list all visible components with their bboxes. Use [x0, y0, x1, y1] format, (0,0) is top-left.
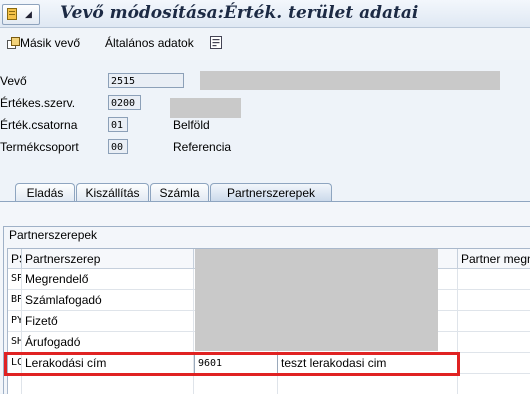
row-3-code[interactable]: PY	[8, 311, 22, 332]
row-6-desc[interactable]	[458, 374, 530, 394]
sales-org-label: Értékes.szerv.	[0, 96, 76, 110]
column-header-psz[interactable]: PSz	[8, 249, 22, 269]
title-bar: ◢ Vevő módosítása:Érték. terület adatai	[0, 0, 530, 28]
highlight-box	[4, 352, 460, 376]
division-label: Termékcsoport	[0, 140, 79, 154]
customer-switch-icon	[7, 37, 20, 49]
row-2-role[interactable]: Számlafogadó	[22, 290, 194, 311]
system-menu-button[interactable]: ◢	[2, 4, 40, 25]
tab-sales[interactable]: Eladás	[15, 183, 75, 202]
row-1-role[interactable]: Megrendelő	[22, 269, 194, 290]
row-3-desc[interactable]	[458, 311, 530, 332]
division-desc: Referencia	[173, 140, 232, 154]
partner-numbers-redacted	[195, 249, 438, 351]
row-2-code[interactable]: BP	[8, 290, 22, 311]
partner-functions-group-title: Partnerszerepek	[9, 228, 98, 242]
row-5-desc[interactable]	[458, 353, 530, 374]
other-customer-label: Másik vevő	[20, 36, 81, 50]
general-data-button[interactable]: Általános adatok	[105, 36, 194, 50]
tab-billing[interactable]: Számla	[150, 183, 209, 202]
other-customer-button[interactable]: Másik vevő	[7, 36, 80, 50]
row-6-role[interactable]	[22, 374, 194, 394]
distribution-channel-label: Érték.csatorna	[0, 118, 78, 132]
row-2-desc[interactable]	[458, 290, 530, 311]
row-6-code[interactable]	[8, 374, 22, 394]
tab-partner-functions[interactable]: Partnerszerepek	[210, 183, 332, 202]
row-1-code[interactable]: SP	[8, 269, 22, 290]
row-6-name[interactable]	[278, 374, 458, 394]
system-menu-icon	[7, 8, 17, 20]
customer-field[interactable]: 2515	[108, 73, 184, 88]
document-icon	[210, 36, 222, 49]
sales-org-field[interactable]: 0200	[108, 95, 141, 110]
distribution-channel-desc: Belföld	[173, 118, 210, 132]
tab-shipping[interactable]: Kiszállítás	[76, 183, 149, 202]
row-6-number[interactable]	[194, 374, 278, 394]
row-4-role[interactable]: Árufogadó	[22, 332, 194, 353]
window-title: Vevő módosítása:Érték. terület adatai	[60, 3, 419, 23]
customer-label: Vevő	[0, 74, 27, 88]
row-1-desc[interactable]	[458, 269, 530, 290]
division-field[interactable]: 00	[108, 139, 128, 154]
distribution-channel-field[interactable]: 01	[108, 117, 128, 132]
row-4-code[interactable]: SH	[8, 332, 22, 353]
customer-name-redacted	[200, 71, 500, 90]
column-header-partner-description[interactable]: Partner megn	[458, 249, 530, 269]
column-header-partner-function[interactable]: Partnerszerep	[22, 249, 194, 269]
row-3-role[interactable]: Fizető	[22, 311, 194, 332]
sales-org-name-redacted	[170, 98, 241, 118]
application-toolbar: Másik vevő Általános adatok	[0, 28, 530, 60]
chevron-down-icon: ◢	[25, 10, 32, 20]
document-icon-button[interactable]	[210, 36, 222, 50]
row-4-desc[interactable]	[458, 332, 530, 353]
